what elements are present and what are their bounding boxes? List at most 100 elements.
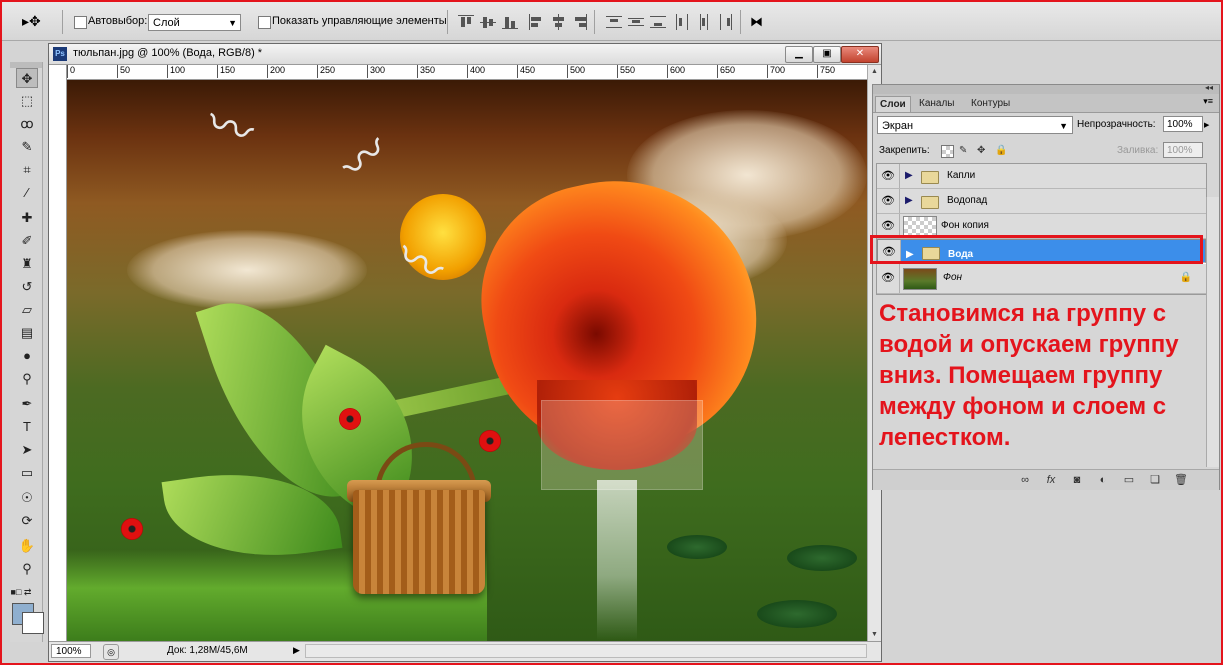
distribute-right-icon[interactable]: [718, 14, 734, 30]
panel-header[interactable]: ◂◂: [873, 83, 1219, 94]
vertical-ruler[interactable]: [49, 79, 67, 641]
auto-select-checkbox[interactable]: [74, 16, 87, 29]
brush-tool-icon[interactable]: ✐: [16, 231, 38, 251]
align-bottom-icon[interactable]: [502, 14, 518, 30]
minimize-button[interactable]: ▁: [785, 46, 813, 63]
blend-mode-dropdown[interactable]: Экран ▼: [877, 116, 1073, 134]
link-layers-icon[interactable]: ∞: [1017, 472, 1033, 488]
align-vcenter-icon[interactable]: [480, 14, 496, 30]
scroll-down-icon[interactable]: ▼: [868, 628, 881, 641]
auto-select-dropdown[interactable]: Слой ▼: [148, 14, 241, 31]
opacity-field[interactable]: 100%: [1163, 116, 1203, 132]
eye-icon[interactable]: 👁: [877, 264, 900, 293]
lock-transparent-icon[interactable]: [941, 145, 954, 158]
eye-icon[interactable]: 👁: [877, 164, 900, 188]
quick-selection-tool-icon[interactable]: ✎: [16, 137, 38, 157]
align-right-icon[interactable]: [572, 14, 588, 30]
gradient-tool-icon[interactable]: ▤: [16, 323, 38, 343]
waterfall: [597, 480, 637, 640]
clone-stamp-tool-icon[interactable]: ♜: [16, 254, 38, 274]
lock-pixels-icon[interactable]: ✎: [959, 145, 970, 156]
zoom-field[interactable]: 100%: [51, 644, 91, 658]
layer-row-fon[interactable]: 👁 Фон 🔒: [877, 264, 1206, 294]
bird: 〰: [330, 123, 400, 193]
lasso-tool-icon[interactable]: ꝏ: [16, 114, 38, 134]
image-canvas[interactable]: 〰 〰 〰: [67, 80, 867, 641]
show-controls-checkbox[interactable]: [258, 16, 271, 29]
eraser-tool-icon[interactable]: ▱: [16, 300, 38, 320]
status-menu-icon[interactable]: ◎: [103, 644, 119, 660]
layer-row-kapli[interactable]: 👁 ▶ Капли: [877, 164, 1206, 189]
eyedropper-tool-icon[interactable]: ⁄: [16, 183, 38, 203]
align-top-icon[interactable]: [458, 14, 474, 30]
healing-brush-tool-icon[interactable]: ✚: [16, 208, 38, 228]
red-flower: [339, 408, 361, 430]
3d-orbit-tool-icon[interactable]: ⟳: [16, 511, 38, 531]
layers-list: 👁 ▶ Капли 👁 ▶ Водопад 👁 Фон копия 👁 ▶ Во…: [876, 163, 1207, 295]
blur-tool-icon[interactable]: ●: [16, 346, 38, 366]
trash-icon[interactable]: 🗑: [1173, 472, 1189, 488]
document-title-bar[interactable]: Ps тюльпан.jpg @ 100% (Вода, RGB/8) * ▁ …: [49, 44, 881, 65]
distribute-top-icon[interactable]: [606, 14, 622, 30]
zoom-tool-icon[interactable]: ⚲: [16, 559, 38, 579]
distribute-vcenter-icon[interactable]: [628, 14, 644, 30]
expand-triangle-icon[interactable]: ▶: [905, 195, 913, 206]
auto-align-layers-icon[interactable]: ⧓: [750, 14, 766, 30]
marquee-tool-icon[interactable]: ⬚: [16, 91, 38, 111]
dodge-tool-icon[interactable]: ⚲: [16, 369, 38, 389]
water-layer-area: [541, 400, 703, 490]
close-button[interactable]: ✕: [841, 46, 879, 63]
align-hcenter-icon[interactable]: [550, 14, 566, 30]
type-tool-icon[interactable]: T: [16, 417, 38, 437]
hand-tool-icon[interactable]: ✋: [16, 536, 38, 556]
layer-row-vodopad[interactable]: 👁 ▶ Водопад: [877, 189, 1206, 214]
fill-label: Заливка:: [1117, 145, 1159, 156]
status-arrow-icon[interactable]: ▶: [293, 645, 300, 656]
ruler-tick: 100: [167, 65, 185, 78]
opacity-arrow-icon[interactable]: ▶: [1204, 121, 1209, 129]
expand-triangle-icon[interactable]: ▶: [905, 170, 913, 181]
crop-tool-icon[interactable]: ⌗: [16, 160, 38, 180]
ruler-origin[interactable]: [49, 65, 67, 80]
horizontal-ruler[interactable]: 0 50 100 150 200 250 300 350 400 450 500…: [67, 65, 867, 80]
scroll-up-icon[interactable]: ▲: [868, 65, 881, 78]
collapse-panel-icon[interactable]: ◂◂: [1205, 83, 1213, 92]
ruler-tick: 450: [517, 65, 535, 78]
new-group-icon[interactable]: ▭: [1121, 472, 1137, 488]
chevron-down-icon: ▼: [228, 18, 237, 28]
add-mask-icon[interactable]: ◙: [1069, 472, 1085, 488]
3d-rotate-tool-icon[interactable]: ☉: [16, 488, 38, 508]
align-left-icon[interactable]: [528, 14, 544, 30]
shape-tool-icon[interactable]: ▭: [16, 463, 38, 483]
horizontal-scrollbar[interactable]: [305, 644, 867, 658]
history-brush-tool-icon[interactable]: ↺: [16, 277, 38, 297]
tab-paths[interactable]: Контуры: [967, 96, 1014, 111]
new-layer-icon[interactable]: ❏: [1147, 472, 1163, 488]
move-tool-preset-icon[interactable]: ▸✥: [22, 11, 52, 31]
lock-position-icon[interactable]: ✥: [977, 145, 988, 156]
maximize-button[interactable]: ▣: [813, 46, 841, 63]
layer-name: Водопад: [947, 195, 988, 206]
panel-tabs: Слои Каналы Контуры ▾≡: [873, 94, 1219, 113]
folder-icon: [921, 171, 939, 184]
fx-icon[interactable]: fx: [1043, 472, 1059, 488]
red-flower: [479, 430, 501, 452]
adjustment-layer-icon[interactable]: ◐: [1095, 472, 1111, 488]
lock-icon: 🔒: [1179, 272, 1192, 283]
default-colors-icon[interactable]: ■□ ⇄: [10, 582, 32, 602]
move-tool-icon[interactable]: ✥: [16, 68, 38, 88]
tab-layers[interactable]: Слои: [875, 96, 911, 112]
fill-field[interactable]: 100%: [1163, 142, 1203, 158]
eye-icon[interactable]: 👁: [877, 189, 900, 213]
options-separator: [594, 10, 595, 34]
distribute-bottom-icon[interactable]: [650, 14, 666, 30]
tab-channels[interactable]: Каналы: [915, 96, 959, 111]
panel-menu-icon[interactable]: ▾≡: [1203, 96, 1213, 107]
distribute-left-icon[interactable]: [674, 14, 690, 30]
ruler-tick: 500: [567, 65, 585, 78]
pen-tool-icon[interactable]: ✒: [16, 394, 38, 414]
path-selection-tool-icon[interactable]: ➤: [16, 440, 38, 460]
distribute-hcenter-icon[interactable]: [696, 14, 712, 30]
background-color-swatch[interactable]: [22, 612, 44, 634]
lock-all-icon[interactable]: 🔒: [995, 145, 1007, 156]
